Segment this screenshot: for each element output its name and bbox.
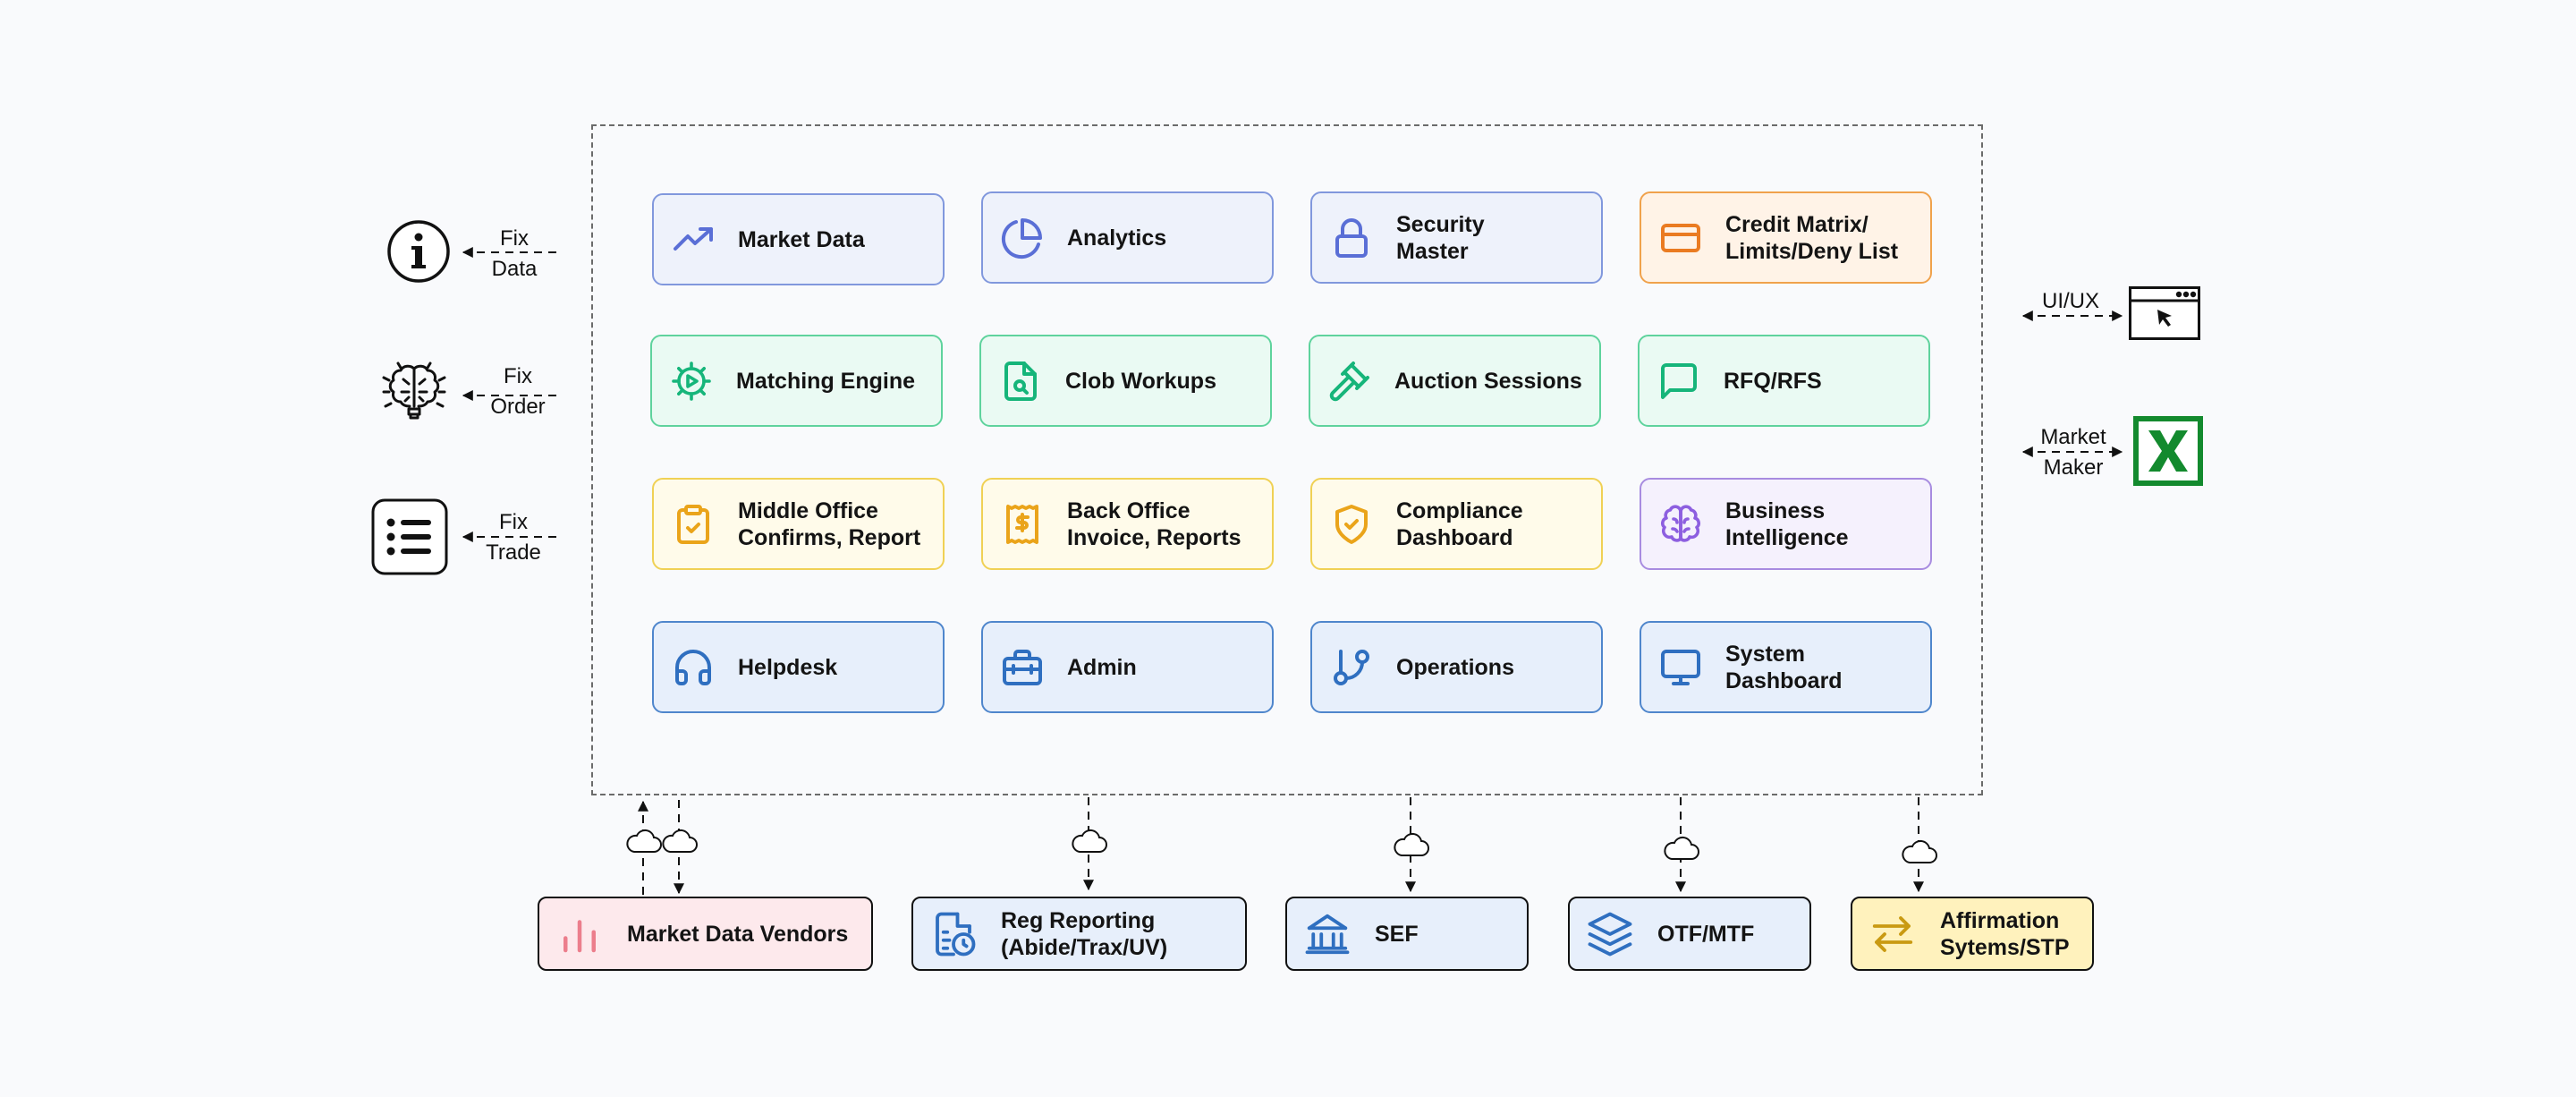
connector-lines — [462, 247, 2123, 895]
